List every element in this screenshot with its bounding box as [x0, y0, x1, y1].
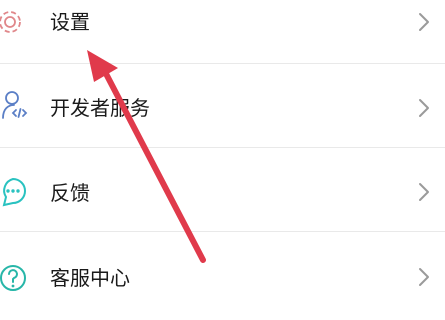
gear-icon [0, 0, 40, 64]
menu-item-label: 客服中心 [50, 266, 130, 290]
feedback-icon [0, 148, 40, 232]
help-icon [0, 232, 40, 316]
menu-item-label: 设置 [50, 10, 90, 34]
developer-icon [0, 64, 40, 148]
chevron-right-icon [419, 99, 429, 117]
chevron-right-icon [419, 268, 429, 286]
menu-item-developer-services[interactable]: 开发者服务 [0, 64, 445, 148]
menu-item-customer-service[interactable]: 客服中心 [0, 232, 445, 316]
menu-item-feedback[interactable]: 反馈 [0, 148, 445, 232]
chevron-right-icon [419, 183, 429, 201]
menu-item-label: 反馈 [50, 181, 90, 205]
menu-item-settings[interactable]: 设置 [0, 0, 445, 64]
menu-item-label: 开发者服务 [50, 96, 150, 120]
chevron-right-icon [419, 13, 429, 31]
